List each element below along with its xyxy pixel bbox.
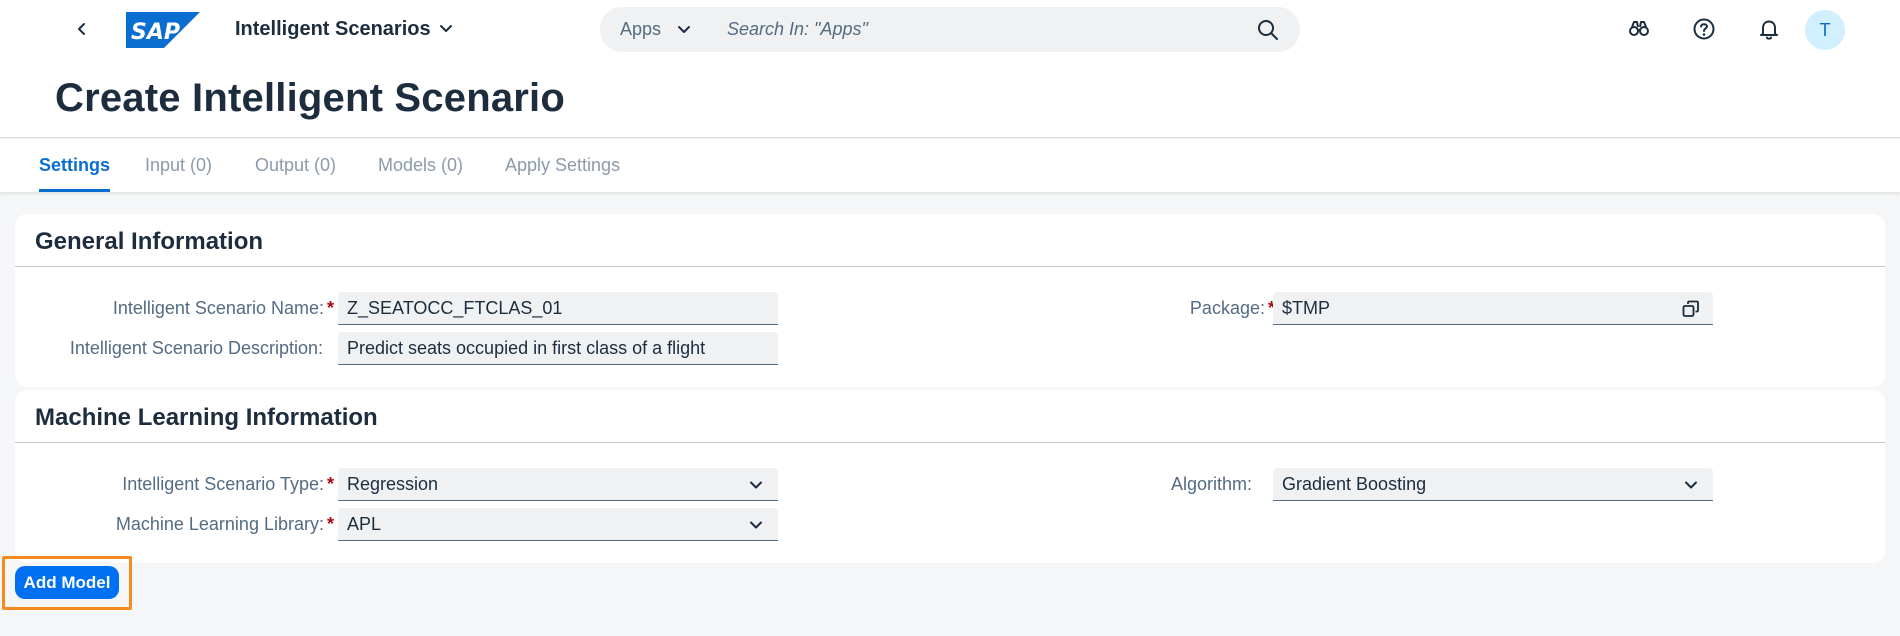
scenario-name-value: Z_SEATOCC_FTCLAS_01 — [347, 298, 563, 318]
app-title: Intelligent Scenarios — [235, 17, 431, 40]
chevron-down-icon — [750, 481, 762, 489]
avatar-initial: T — [1819, 19, 1831, 40]
page-title: Create Intelligent Scenario — [55, 76, 565, 120]
name-label: Intelligent Scenario Name: * — [112, 298, 334, 318]
help-icon[interactable] — [1692, 17, 1716, 41]
chevron-down-icon — [1685, 481, 1697, 489]
page-header: Create Intelligent Scenario — [0, 58, 1900, 138]
ml-library-select[interactable]: APL — [338, 508, 778, 541]
sap-logo[interactable]: SAP — [126, 12, 200, 48]
value-help-icon[interactable] — [1681, 299, 1701, 319]
chevron-down-icon — [439, 25, 452, 32]
scenario-type-label: Intelligent Scenario Type: * — [122, 474, 334, 494]
search-box: Apps — [600, 7, 1300, 52]
section-title-general: General Information — [35, 228, 264, 255]
scenario-description-field[interactable]: Predict seats occupied in first class of… — [338, 332, 778, 365]
section-divider — [15, 442, 1885, 443]
section-title-ml: Machine Learning Information — [35, 404, 378, 431]
tab-output[interactable]: Output (0) — [255, 139, 336, 192]
general-information-section: General Information Intelligent Scenario… — [15, 214, 1885, 387]
section-divider — [15, 266, 1885, 267]
scenario-type-select[interactable]: Regression — [338, 468, 778, 501]
search-scope-select[interactable]: Apps — [620, 7, 691, 52]
avatar[interactable]: T — [1805, 10, 1845, 50]
app-title-menu[interactable]: Intelligent Scenarios — [235, 17, 453, 41]
chevron-down-icon — [750, 521, 762, 529]
tab-bar: Settings Input (0) Output (0) Models (0)… — [0, 139, 1900, 192]
algorithm-value: Gradient Boosting — [1282, 474, 1427, 494]
ml-library-value: APL — [347, 514, 382, 534]
tab-apply-settings[interactable]: Apply Settings — [505, 139, 620, 192]
algorithm-label: Algorithm: — [1170, 474, 1252, 494]
scenario-description-value: Predict seats occupied in first class of… — [347, 338, 706, 358]
back-button[interactable] — [70, 17, 94, 41]
tab-models[interactable]: Models (0) — [378, 139, 463, 192]
package-value: $TMP — [1282, 298, 1331, 318]
machine-learning-section: Machine Learning Information Intelligent… — [15, 390, 1885, 563]
package-label: Package: * — [1189, 298, 1275, 318]
svg-text:SAP: SAP — [131, 20, 180, 45]
search-icon[interactable] — [1256, 18, 1280, 42]
tab-input[interactable]: Input (0) — [145, 139, 212, 192]
search-input[interactable] — [727, 7, 1227, 52]
scenario-name-field[interactable]: Z_SEATOCC_FTCLAS_01 — [338, 292, 778, 325]
bell-icon[interactable] — [1757, 17, 1781, 41]
tab-settings[interactable]: Settings — [39, 139, 111, 192]
binoculars-icon[interactable] — [1627, 17, 1651, 41]
back-icon — [78, 23, 85, 35]
add-model-button[interactable]: Add Model — [15, 566, 119, 599]
shell-bar: SAP Intelligent Scenarios Apps Search In… — [0, 0, 1900, 58]
ml-library-label: Machine Learning Library: * — [115, 514, 334, 534]
chevron-down-icon — [678, 25, 691, 33]
search-scope-label: Apps — [620, 19, 662, 39]
package-field[interactable]: $TMP — [1273, 292, 1713, 325]
scenario-type-value: Regression — [347, 474, 439, 494]
description-label: Intelligent Scenario Description: — [69, 338, 323, 358]
algorithm-select[interactable]: Gradient Boosting — [1273, 468, 1713, 501]
